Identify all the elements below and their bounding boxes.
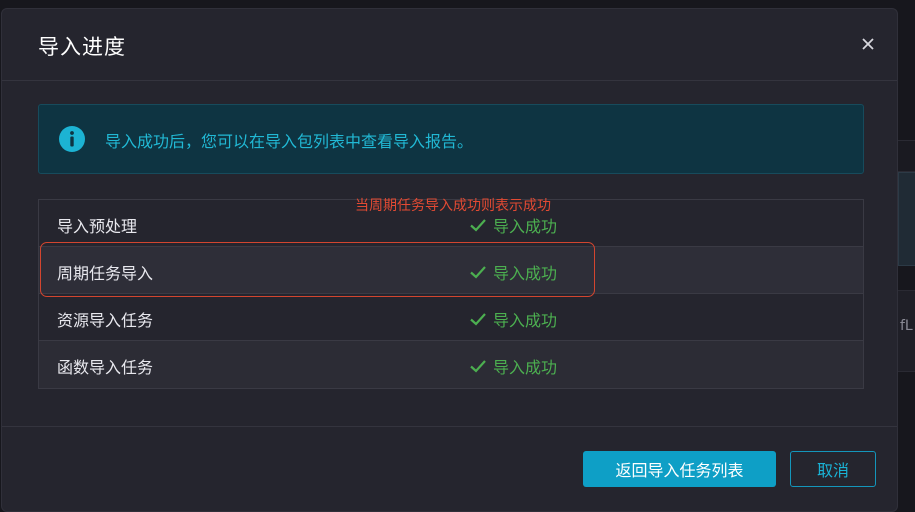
task-name: 导入预处理 <box>57 217 138 236</box>
footer-divider <box>2 426 897 427</box>
task-status: 导入成功 <box>469 213 557 237</box>
task-status: 导入成功 <box>469 307 557 331</box>
task-status-label: 导入成功 <box>493 217 558 236</box>
check-icon <box>470 360 486 373</box>
background-text: fL <box>900 318 913 334</box>
task-status-label: 导入成功 <box>493 311 558 330</box>
task-status: 导入成功 <box>469 354 557 378</box>
info-icon <box>59 126 85 152</box>
task-name: 周期任务导入 <box>57 264 154 283</box>
check-icon <box>470 266 486 279</box>
task-status-label: 导入成功 <box>493 264 558 283</box>
annotation-note: 当周期任务导入成功则表示成功 <box>355 198 551 214</box>
check-icon <box>470 313 486 326</box>
dialog-header: 导入进度 <box>2 9 897 81</box>
back-to-task-list-button[interactable]: 返回导入任务列表 <box>583 451 776 487</box>
task-name: 资源导入任务 <box>57 311 154 330</box>
table-row: 函数导入任务 导入成功 <box>39 341 863 388</box>
task-table: 导入预处理 导入成功 周期任务导入 导入成功 资源导入任务 导入成功 函数导入任… <box>38 199 864 389</box>
task-status-label: 导入成功 <box>493 358 558 377</box>
task-status: 导入成功 <box>469 260 557 284</box>
task-name: 函数导入任务 <box>57 358 154 377</box>
alert-message: 导入成功后，您可以在导入包列表中查看导入报告。 <box>105 132 474 151</box>
table-row: 资源导入任务 导入成功 <box>39 294 863 341</box>
info-alert: 导入成功后，您可以在导入包列表中查看导入报告。 <box>38 104 864 174</box>
import-progress-dialog: 导入进度 导入成功后，您可以在导入包列表中查看导入报告。 导入预处理 导入成功 … <box>1 8 898 512</box>
check-icon <box>470 219 486 232</box>
table-row: 周期任务导入 导入成功 <box>39 247 863 294</box>
dialog-title: 导入进度 <box>38 35 126 59</box>
close-icon[interactable] <box>859 35 877 53</box>
background-panel <box>898 172 915 266</box>
background-panel <box>898 140 915 172</box>
cancel-button[interactable]: 取消 <box>790 451 876 487</box>
